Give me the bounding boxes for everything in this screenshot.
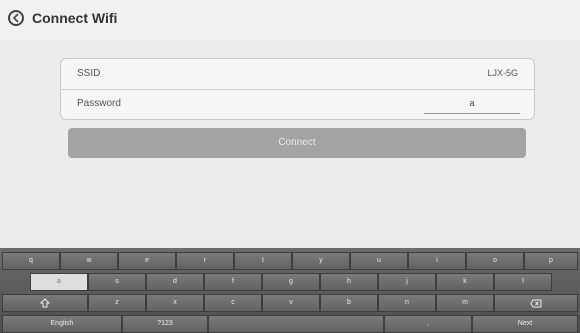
key-i[interactable]: i bbox=[408, 252, 466, 270]
key-d[interactable]: d bbox=[146, 273, 204, 291]
ssid-label: SSID bbox=[77, 68, 101, 79]
key-t[interactable]: t bbox=[234, 252, 292, 270]
key-e[interactable]: e bbox=[118, 252, 176, 270]
language-key[interactable]: English bbox=[2, 315, 122, 333]
key-u[interactable]: u bbox=[350, 252, 408, 270]
key-n[interactable]: n bbox=[378, 294, 436, 312]
space-key[interactable] bbox=[208, 315, 384, 333]
key-y[interactable]: y bbox=[292, 252, 350, 270]
key-c[interactable]: c bbox=[204, 294, 262, 312]
key-o[interactable]: o bbox=[466, 252, 524, 270]
key-f[interactable]: f bbox=[204, 273, 262, 291]
header: Connect Wifi bbox=[0, 0, 580, 40]
key-s[interactable]: s bbox=[88, 273, 146, 291]
connect-button[interactable]: Connect bbox=[68, 128, 526, 158]
key-x[interactable]: x bbox=[146, 294, 204, 312]
shift-icon bbox=[39, 298, 51, 308]
key-b[interactable]: b bbox=[320, 294, 378, 312]
comma-key[interactable]: , bbox=[384, 315, 472, 333]
key-h[interactable]: h bbox=[320, 273, 378, 291]
password-label: Password bbox=[77, 98, 121, 109]
key-m[interactable]: m bbox=[436, 294, 494, 312]
key-z[interactable]: z bbox=[88, 294, 146, 312]
ssid-row: SSID LJX-5G bbox=[61, 59, 534, 90]
key-v[interactable]: v bbox=[262, 294, 320, 312]
key-j[interactable]: j bbox=[378, 273, 436, 291]
on-screen-keyboard: q w e r t y u i o p a s d f g h j k l z … bbox=[0, 248, 580, 333]
symbols-key[interactable]: ?123 bbox=[122, 315, 208, 333]
key-w[interactable]: w bbox=[60, 252, 118, 270]
backspace-key[interactable] bbox=[494, 294, 578, 312]
shift-key[interactable] bbox=[2, 294, 88, 312]
password-row: Password bbox=[61, 89, 534, 119]
key-r[interactable]: r bbox=[176, 252, 234, 270]
next-key[interactable]: Next bbox=[472, 315, 578, 333]
ssid-value: LJX-5G bbox=[487, 68, 518, 78]
key-a[interactable]: a bbox=[30, 273, 88, 291]
key-g[interactable]: g bbox=[262, 273, 320, 291]
key-p[interactable]: p bbox=[524, 252, 578, 270]
wifi-form: SSID LJX-5G Password bbox=[60, 58, 535, 120]
back-icon[interactable] bbox=[8, 10, 24, 26]
key-q[interactable]: q bbox=[2, 252, 60, 270]
password-field[interactable] bbox=[424, 93, 520, 114]
key-k[interactable]: k bbox=[436, 273, 494, 291]
backspace-icon bbox=[530, 299, 542, 308]
key-l[interactable]: l bbox=[494, 273, 552, 291]
page-title: Connect Wifi bbox=[32, 10, 118, 26]
